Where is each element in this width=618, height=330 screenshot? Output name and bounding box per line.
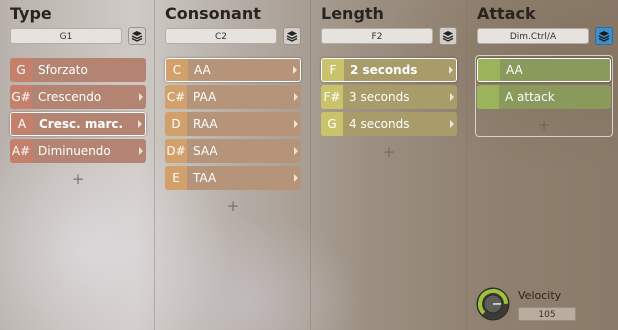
chevron-right-icon[interactable] bbox=[447, 112, 457, 136]
layers-button[interactable] bbox=[283, 27, 301, 45]
articulation-item[interactable]: F# 3 seconds bbox=[321, 85, 457, 109]
articulation-item[interactable]: A Cresc. marc. bbox=[10, 112, 146, 136]
key-switch-selector[interactable]: F2 bbox=[321, 28, 433, 44]
articulation-label: Crescendo bbox=[38, 90, 102, 104]
column-length: Length F2 F 2 seconds F# 3 seconds G 4 second… bbox=[311, 0, 466, 330]
key-note: G bbox=[321, 112, 343, 136]
articulation-label: Diminuendo bbox=[38, 144, 111, 158]
chevron-right-icon[interactable] bbox=[291, 166, 301, 190]
articulation-label: 2 seconds bbox=[350, 63, 418, 77]
articulation-item[interactable]: G# Crescendo bbox=[10, 85, 146, 109]
chevron-right-icon[interactable] bbox=[290, 59, 300, 81]
layers-button[interactable] bbox=[128, 27, 146, 45]
key-note: F bbox=[322, 59, 344, 81]
key-note bbox=[478, 59, 500, 81]
key-note: F# bbox=[321, 85, 343, 109]
velocity-value[interactable]: 105 bbox=[518, 307, 576, 321]
key-note: G# bbox=[10, 85, 32, 109]
column-consonant: Consonant C2 C AA C# PAA D RAA D# SAA E TAA + bbox=[155, 0, 310, 330]
articulation-item[interactable]: C# PAA bbox=[165, 85, 301, 109]
layers-icon bbox=[286, 31, 298, 42]
articulation-label: TAA bbox=[193, 171, 217, 185]
key-note: D bbox=[165, 112, 187, 136]
key-note: D# bbox=[165, 139, 187, 163]
articulation-label: AA bbox=[194, 63, 211, 77]
articulation-item[interactable]: E TAA bbox=[165, 166, 301, 190]
layers-icon bbox=[598, 31, 610, 42]
velocity-knob[interactable] bbox=[475, 286, 511, 322]
key-note: E bbox=[165, 166, 187, 190]
articulation-label: 3 seconds bbox=[349, 90, 410, 104]
key-note: G bbox=[10, 58, 32, 82]
chevron-right-icon[interactable] bbox=[447, 85, 457, 109]
key-note: C bbox=[166, 59, 188, 81]
layers-button[interactable] bbox=[439, 27, 457, 45]
chevron-right-icon[interactable] bbox=[136, 139, 146, 163]
articulation-label: Sforzato bbox=[38, 63, 88, 77]
chevron-right-icon[interactable] bbox=[135, 113, 145, 135]
chevron-right-icon[interactable] bbox=[291, 112, 301, 136]
layers-icon bbox=[442, 31, 454, 42]
articulation-item[interactable]: F 2 seconds bbox=[321, 58, 457, 82]
articulation-item[interactable]: G Sforzato bbox=[10, 58, 146, 82]
add-articulation-button[interactable]: + bbox=[68, 172, 88, 187]
add-articulation-button[interactable]: + bbox=[534, 118, 554, 133]
velocity-label: Velocity bbox=[518, 289, 562, 302]
column-attack: Attack Dim.Ctrl/A AA A attack + bbox=[467, 0, 618, 330]
articulation-label: AA bbox=[506, 63, 523, 77]
key-switch-selector[interactable]: C2 bbox=[165, 28, 277, 44]
key-note bbox=[477, 85, 499, 109]
column-type: Type G1 G Sforzato G# Crescendo A Cresc. marc… bbox=[0, 0, 154, 330]
chevron-right-icon[interactable] bbox=[291, 85, 301, 109]
articulation-item[interactable]: C AA bbox=[165, 58, 301, 82]
chevron-right-icon[interactable] bbox=[291, 139, 301, 163]
articulation-label: SAA bbox=[193, 144, 218, 158]
articulation-label: RAA bbox=[193, 117, 218, 131]
chevron-right-icon[interactable] bbox=[136, 85, 146, 109]
key-note: A bbox=[11, 113, 33, 135]
key-switch-selector[interactable]: Dim.Ctrl/A bbox=[477, 28, 589, 44]
column-title: Length bbox=[321, 4, 384, 23]
key-switch-selector[interactable]: G1 bbox=[10, 28, 122, 44]
articulation-item[interactable]: G 4 seconds bbox=[321, 112, 457, 136]
articulation-label: 4 seconds bbox=[349, 117, 410, 131]
key-note: C# bbox=[165, 85, 187, 109]
column-title: Consonant bbox=[165, 4, 261, 23]
articulation-item[interactable]: A attack bbox=[477, 85, 611, 109]
articulation-label: Cresc. marc. bbox=[39, 117, 124, 131]
articulation-label: PAA bbox=[193, 90, 217, 104]
layers-button[interactable] bbox=[595, 27, 613, 45]
articulation-label: A attack bbox=[505, 90, 555, 104]
column-title: Type bbox=[10, 4, 52, 23]
articulation-item[interactable]: AA bbox=[477, 58, 611, 82]
key-note: A# bbox=[10, 139, 32, 163]
column-title: Attack bbox=[477, 4, 536, 23]
articulation-item[interactable]: D# SAA bbox=[165, 139, 301, 163]
add-articulation-button[interactable]: + bbox=[223, 199, 243, 214]
articulation-item[interactable]: A# Diminuendo bbox=[10, 139, 146, 163]
layers-icon bbox=[131, 31, 143, 42]
add-articulation-button[interactable]: + bbox=[379, 145, 399, 160]
chevron-right-icon[interactable] bbox=[446, 59, 456, 81]
articulation-item[interactable]: D RAA bbox=[165, 112, 301, 136]
